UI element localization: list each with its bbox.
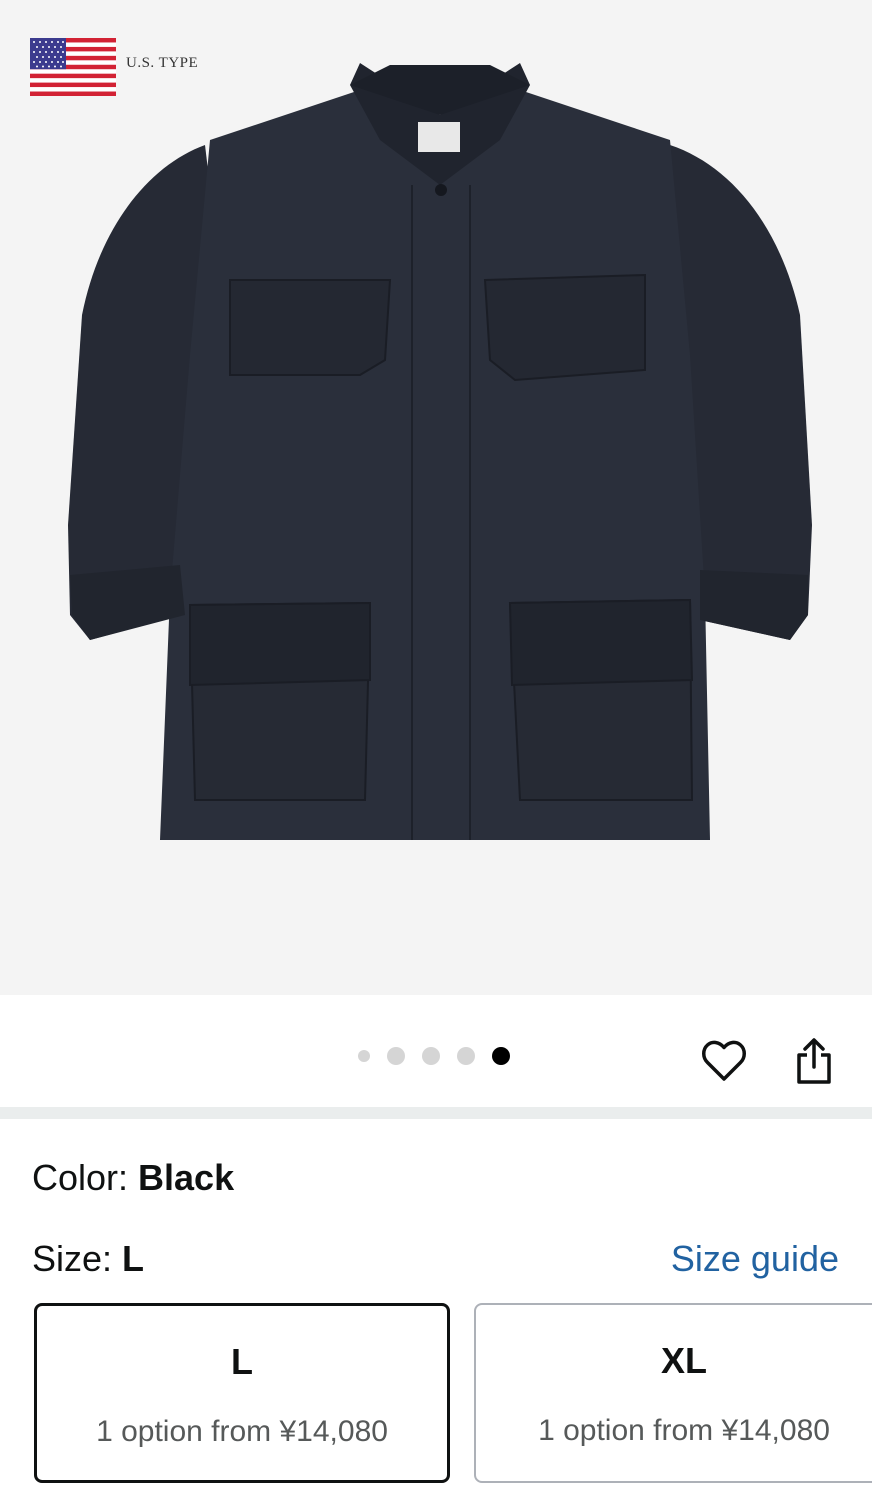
size-option-label: XL <box>660 1340 707 1381</box>
color-selection: Color: Black <box>32 1158 234 1198</box>
carousel-dots[interactable] <box>358 1047 527 1065</box>
add-to-wishlist-button[interactable] <box>696 1033 752 1089</box>
heart-icon <box>702 1040 746 1081</box>
section-divider <box>0 1107 872 1119</box>
size-option-offer: 1 option from ¥14,080 <box>538 1414 830 1447</box>
size-option-xl[interactable]: XL 1 option from ¥14,080 <box>474 1303 872 1483</box>
image-controls <box>0 995 872 1107</box>
size-selection: Size: L <box>32 1239 144 1279</box>
carousel-dot-4[interactable] <box>457 1047 475 1065</box>
carousel-dot-5-active[interactable] <box>492 1047 510 1065</box>
carousel-dot-3[interactable] <box>422 1047 440 1065</box>
carousel-dot-1[interactable] <box>358 1050 370 1062</box>
size-value: L <box>122 1238 145 1279</box>
size-guide-link[interactable]: Size guide <box>671 1239 839 1279</box>
size-option-offer: 1 option from ¥14,080 <box>96 1415 388 1448</box>
size-option-l[interactable]: L 1 option from ¥14,080 <box>34 1303 450 1483</box>
color-label: Color: <box>32 1157 139 1198</box>
size-label: Size: <box>32 1238 123 1279</box>
share-button[interactable] <box>786 1033 842 1089</box>
color-value: Black <box>138 1157 235 1198</box>
share-icon <box>797 1038 831 1084</box>
jacket-product-image <box>68 63 812 840</box>
product-image-gallery[interactable]: U.S. TYPE <box>0 0 872 995</box>
size-option-label: L <box>231 1341 253 1382</box>
carousel-dot-2[interactable] <box>387 1047 405 1065</box>
